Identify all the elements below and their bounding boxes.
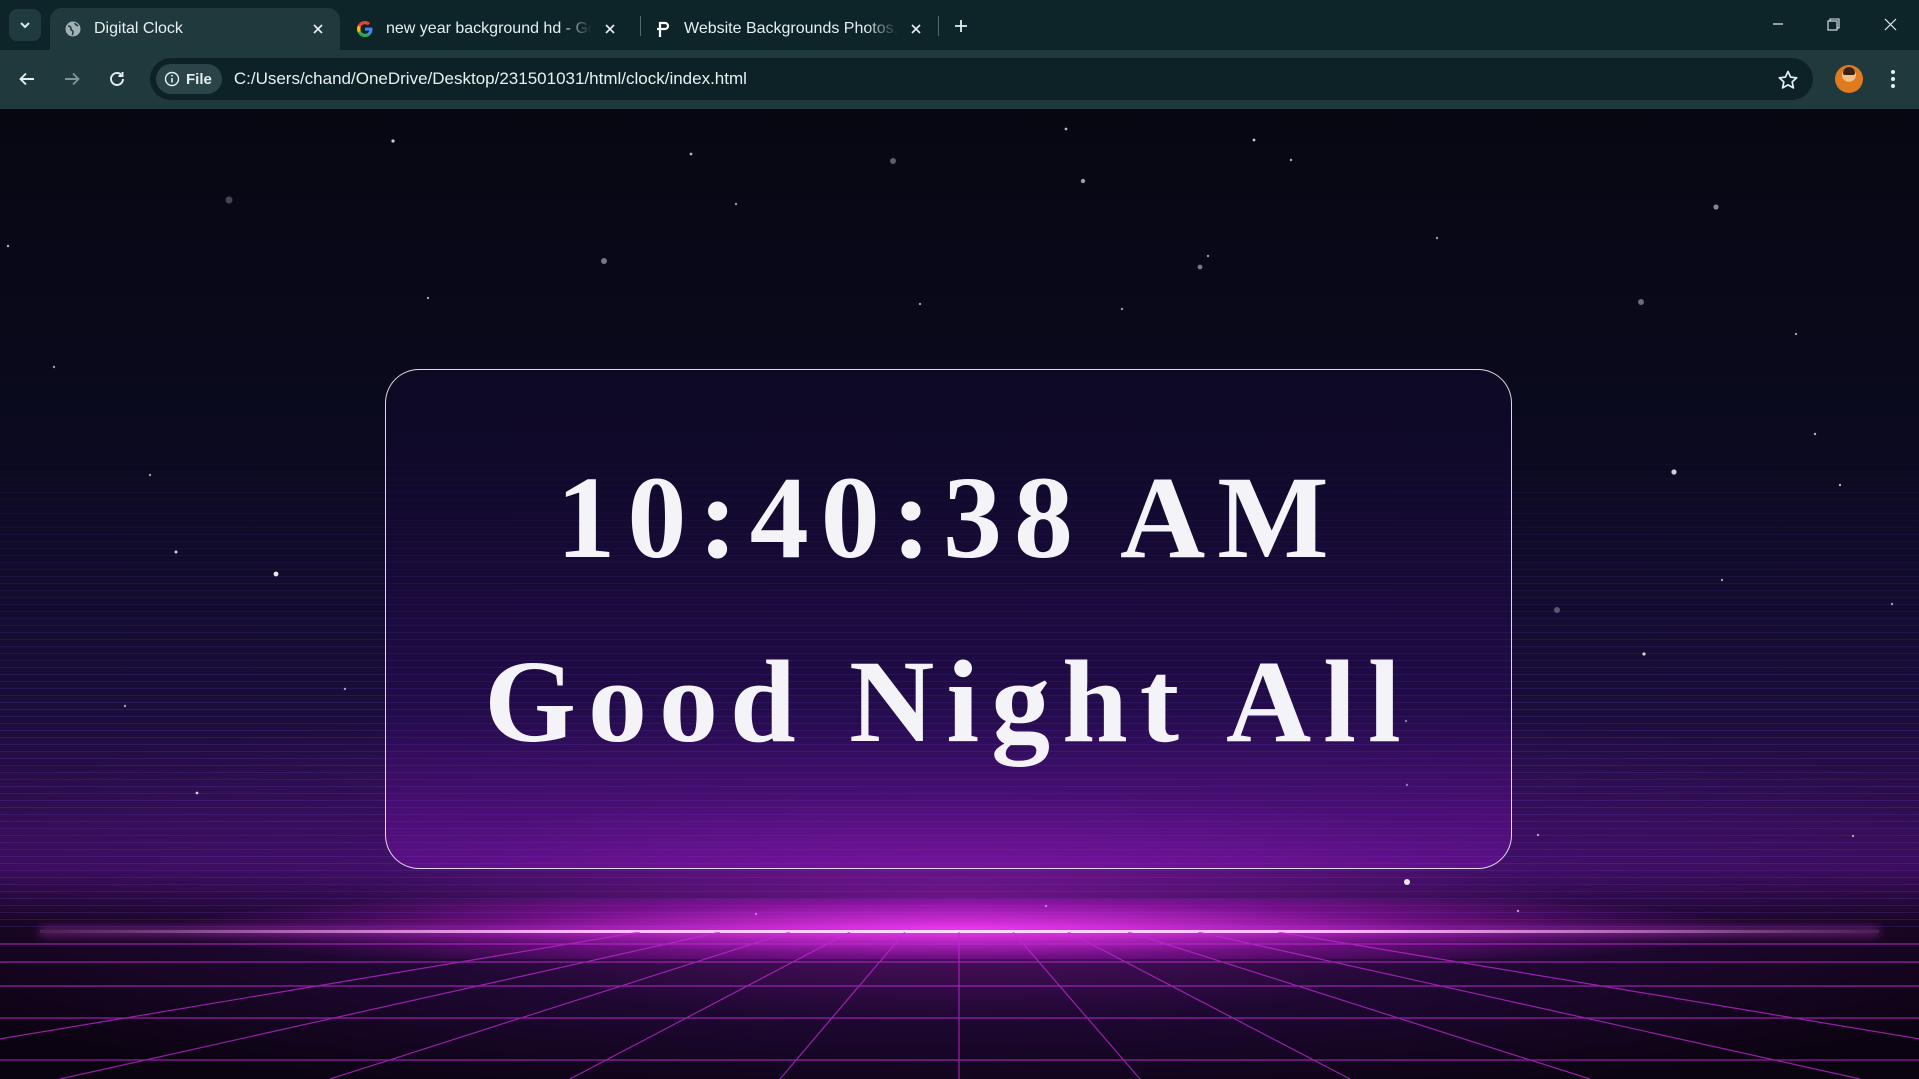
arrow-left-icon — [19, 72, 34, 86]
reload-button[interactable] — [100, 62, 134, 96]
restore-icon — [1826, 17, 1840, 31]
site-info-label: File — [186, 70, 212, 88]
tab-digital-clock[interactable]: Digital Clock — [50, 8, 340, 50]
new-tab-button[interactable] — [947, 12, 975, 40]
plus-icon — [955, 20, 967, 32]
tab-separator — [938, 16, 939, 36]
browser-menu-button[interactable] — [1881, 67, 1905, 91]
close-icon[interactable] — [308, 19, 328, 39]
close-window-button[interactable] — [1872, 8, 1908, 40]
neon-floor-grid — [0, 932, 1919, 1079]
browser-chrome: Digital Clock new year background hd - G… — [0, 0, 1919, 109]
arrow-right-icon — [65, 72, 80, 86]
site-info-chip[interactable]: File — [156, 64, 222, 94]
close-icon[interactable] — [600, 19, 620, 39]
tab-title: Digital Clock — [94, 20, 183, 37]
info-icon — [164, 71, 180, 87]
close-icon — [1884, 18, 1896, 30]
globe-icon — [64, 20, 82, 38]
close-icon[interactable] — [906, 19, 926, 39]
clock-time: 10:40:38 AM — [556, 452, 1341, 583]
pexels-icon — [654, 20, 672, 38]
tab-website-backgrounds[interactable]: Website Backgrounds Photos, D — [640, 8, 938, 50]
tab-google-search[interactable]: new year background hd - Goo — [342, 8, 632, 50]
tab-title: Website Backgrounds Photos, D — [684, 20, 898, 37]
tab-strip: Digital Clock new year background hd - G… — [0, 0, 1919, 50]
page-viewport: 10:40:38 AM Good Night All — [0, 109, 1919, 1079]
browser-toolbar: File C:/Users/chand/OneDrive/Desktop/231… — [0, 50, 1919, 109]
forward-button[interactable] — [55, 62, 89, 96]
url-text[interactable]: C:/Users/chand/OneDrive/Desktop/23150103… — [234, 69, 747, 89]
restore-button[interactable] — [1815, 8, 1851, 40]
bookmark-star-icon[interactable] — [1777, 69, 1799, 91]
address-bar[interactable]: File C:/Users/chand/OneDrive/Desktop/231… — [150, 58, 1813, 100]
chevron-down-icon — [20, 22, 30, 29]
reload-icon — [110, 72, 124, 86]
back-button[interactable] — [10, 62, 44, 96]
minimize-button[interactable] — [1760, 8, 1796, 40]
tab-title: new year background hd - Goo — [386, 20, 592, 37]
tab-search-button[interactable] — [9, 9, 41, 41]
minimize-icon — [1773, 23, 1783, 25]
google-icon — [356, 20, 374, 38]
more-vertical-icon — [1891, 70, 1895, 88]
profile-avatar[interactable] — [1835, 65, 1863, 93]
greeting-text: Good Night All — [484, 636, 1413, 767]
clock-card: 10:40:38 AM Good Night All — [385, 369, 1512, 869]
